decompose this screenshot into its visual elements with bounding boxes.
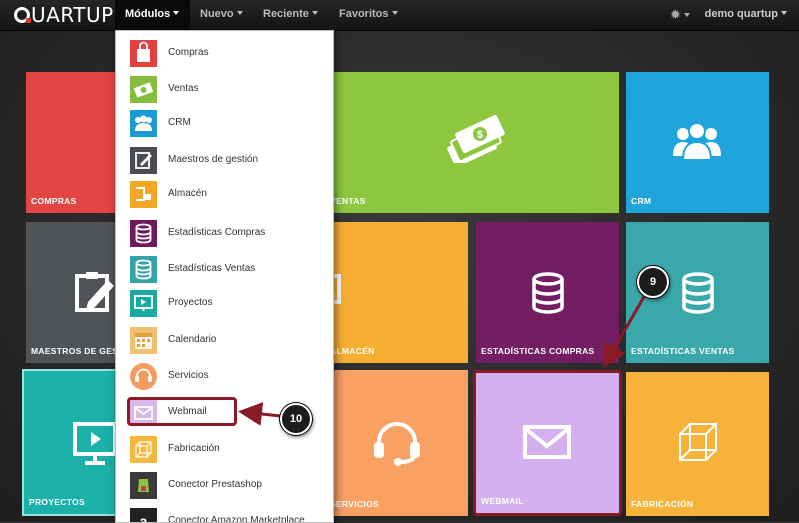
arrow-step-9: [603, 294, 647, 369]
step-badge-10: 10: [280, 403, 312, 435]
step-number: 10: [289, 413, 303, 425]
arrow-step-10: [238, 402, 281, 426]
step-badge-9: 9: [637, 266, 669, 298]
step-number: 9: [649, 276, 657, 288]
annotation-arrows: [238, 294, 647, 426]
